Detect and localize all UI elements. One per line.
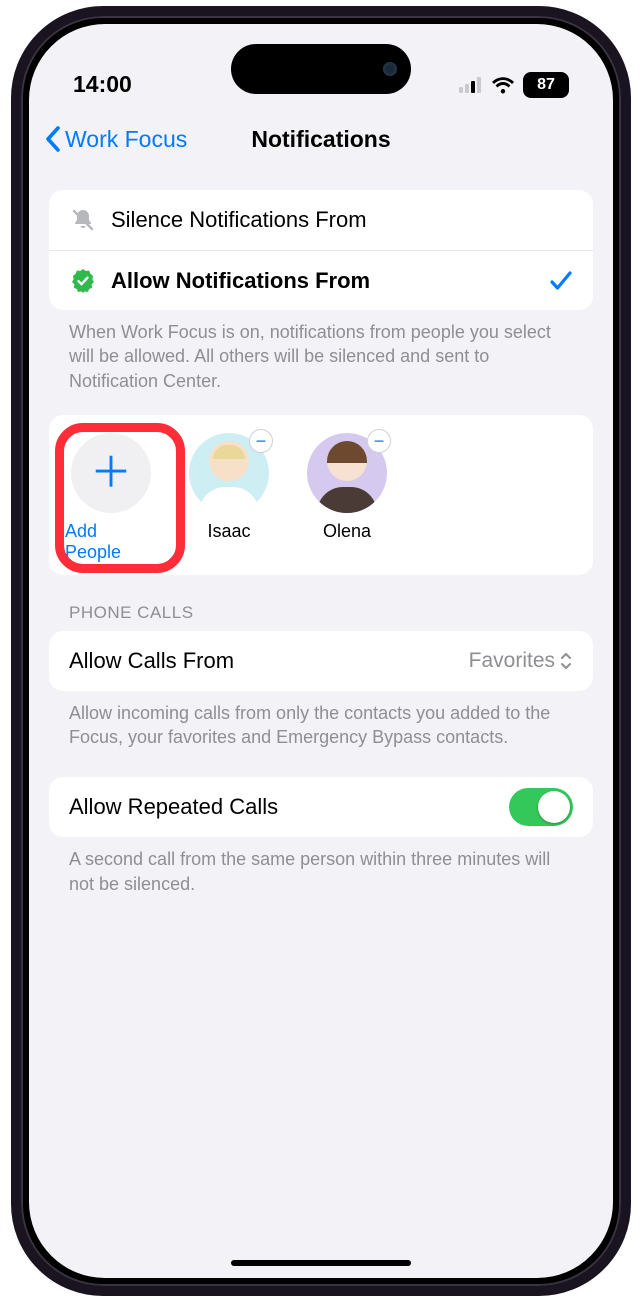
silence-label: Silence Notifications From xyxy=(111,207,573,233)
allow-calls-from-value: Favorites xyxy=(469,649,555,673)
allow-calls-from-label: Allow Calls From xyxy=(69,648,455,674)
allow-repeated-calls-toggle[interactable] xyxy=(509,788,573,826)
home-indicator[interactable] xyxy=(231,1260,411,1266)
plus-circle-icon: ＋ xyxy=(71,433,151,513)
allow-repeated-calls-row: Allow Repeated Calls xyxy=(49,777,593,837)
allow-calls-from-row[interactable]: Allow Calls From Favorites xyxy=(49,631,593,691)
status-time: 14:00 xyxy=(73,71,132,98)
cellular-icon xyxy=(459,77,483,93)
seal-check-icon xyxy=(69,268,97,294)
remove-person-button[interactable]: − xyxy=(367,429,391,453)
person-isaac[interactable]: − Isaac xyxy=(183,433,275,563)
phone-frame: 14:00 87 xyxy=(11,6,631,1296)
person-name: Olena xyxy=(323,521,371,542)
allow-calls-group: Allow Calls From Favorites xyxy=(49,631,593,691)
person-name: Isaac xyxy=(207,521,250,542)
wifi-icon xyxy=(491,76,515,94)
allow-label: Allow Notifications From xyxy=(111,268,535,294)
repeated-calls-group: Allow Repeated Calls xyxy=(49,777,593,837)
bell-slash-icon xyxy=(69,207,97,233)
side-button xyxy=(11,236,13,280)
checkmark-icon xyxy=(549,270,573,292)
notifications-mode-group: Silence Notifications From Allow Notific… xyxy=(49,190,593,310)
chevron-left-icon xyxy=(45,126,61,152)
side-button xyxy=(11,316,13,406)
dynamic-island xyxy=(231,44,411,94)
add-people-label: Add People xyxy=(65,521,157,563)
minus-icon: − xyxy=(256,432,267,450)
toggle-knob xyxy=(538,791,570,823)
person-olena[interactable]: − Olena xyxy=(301,433,393,563)
allow-calls-footer-text: Allow incoming calls from only the conta… xyxy=(49,691,593,750)
allow-notifications-row[interactable]: Allow Notifications From xyxy=(49,250,593,310)
remove-person-button[interactable]: − xyxy=(249,429,273,453)
front-camera-icon xyxy=(383,62,397,76)
add-people-button[interactable]: ＋ Add People xyxy=(65,433,157,563)
allow-repeated-calls-label: Allow Repeated Calls xyxy=(69,794,495,820)
phone-calls-header: PHONE CALLS xyxy=(49,575,593,631)
back-label: Work Focus xyxy=(65,126,187,153)
repeated-calls-footer-text: A second call from the same person withi… xyxy=(49,837,593,896)
minus-icon: − xyxy=(374,432,385,450)
back-button[interactable]: Work Focus xyxy=(45,126,187,153)
silence-notifications-row[interactable]: Silence Notifications From xyxy=(49,190,593,250)
people-card: ＋ Add People − xyxy=(49,415,593,575)
battery-icon: 87 xyxy=(523,72,569,98)
modes-footer-text: When Work Focus is on, notifications fro… xyxy=(49,310,593,393)
side-button xyxy=(629,346,631,486)
navigation-bar: Work Focus Notifications xyxy=(29,110,613,168)
up-down-chevron-icon xyxy=(559,651,573,671)
side-button xyxy=(11,426,13,516)
